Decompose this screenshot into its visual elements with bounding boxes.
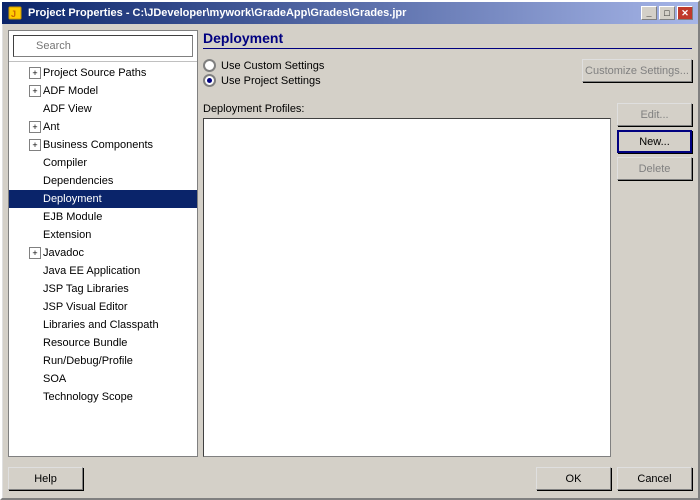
bottom-bar: Help OK Cancel	[8, 463, 692, 492]
svg-text:J: J	[11, 9, 16, 19]
tree-item-soa[interactable]: SOA	[9, 370, 197, 388]
tree-item-dependencies[interactable]: Dependencies	[9, 172, 197, 190]
tree-item-business-components[interactable]: +Business Components	[9, 136, 197, 154]
action-buttons: Edit... New... Delete	[617, 103, 692, 457]
profiles-list	[203, 118, 611, 457]
tree-item-label: Java EE Application	[43, 265, 140, 277]
main-window: J Project Properties - C:\JDeveloper\myw…	[0, 0, 700, 500]
ok-button[interactable]: OK	[536, 467, 611, 490]
minimize-button[interactable]: _	[641, 6, 657, 20]
expand-icon[interactable]: +	[29, 247, 41, 259]
tree-item-technology-scope[interactable]: Technology Scope	[9, 388, 197, 406]
expand-icon	[29, 283, 41, 295]
tree-item-label: Compiler	[43, 157, 87, 169]
delete-button[interactable]: Delete	[617, 157, 692, 180]
tree-item-run-debug-profile[interactable]: Run/Debug/Profile	[9, 352, 197, 370]
new-button[interactable]: New...	[617, 130, 692, 153]
search-input[interactable]	[13, 35, 193, 57]
tree-item-label: JSP Visual Editor	[43, 301, 128, 313]
expand-icon	[29, 175, 41, 187]
main-area: 🔍 +Project Source Paths+ADF ModelADF Vie…	[8, 30, 692, 457]
expand-icon[interactable]: +	[29, 67, 41, 79]
expand-icon	[29, 157, 41, 169]
custom-settings-label: Use Custom Settings	[221, 60, 324, 72]
tree-item-project-source-paths[interactable]: +Project Source Paths	[9, 64, 197, 82]
tree-item-libraries-classpath[interactable]: Libraries and Classpath	[9, 316, 197, 334]
expand-icon	[29, 337, 41, 349]
tree-item-label: Extension	[43, 229, 91, 241]
expand-icon[interactable]: +	[29, 85, 41, 97]
app-icon: J	[7, 5, 23, 21]
tree-area: +Project Source Paths+ADF ModelADF View+…	[9, 62, 197, 456]
tree-item-jsp-visual-editor[interactable]: JSP Visual Editor	[9, 298, 197, 316]
left-panel: 🔍 +Project Source Paths+ADF ModelADF Vie…	[8, 30, 198, 457]
tree-item-label: Javadoc	[43, 247, 84, 259]
tree-item-label: ADF Model	[43, 85, 98, 97]
panel-title: Deployment	[203, 30, 692, 49]
project-settings-radio-label[interactable]: Use Project Settings	[203, 74, 324, 87]
tree-item-javadoc[interactable]: +Javadoc	[9, 244, 197, 262]
search-wrapper: 🔍	[13, 35, 193, 57]
tree-item-adf-view[interactable]: ADF View	[9, 100, 197, 118]
tree-item-ejb-module[interactable]: EJB Module	[9, 208, 197, 226]
tree-item-label: Business Components	[43, 139, 153, 151]
help-button[interactable]: Help	[8, 467, 83, 490]
tree-item-extension[interactable]: Extension	[9, 226, 197, 244]
project-settings-label: Use Project Settings	[221, 75, 321, 87]
edit-button[interactable]: Edit...	[617, 103, 692, 126]
profiles-label: Deployment Profiles:	[203, 103, 611, 115]
tree-item-label: Dependencies	[43, 175, 113, 187]
maximize-button[interactable]: □	[659, 6, 675, 20]
tree-item-label: Technology Scope	[43, 391, 133, 403]
profiles-container: Deployment Profiles:	[203, 103, 611, 457]
deployment-profiles-section: Deployment Profiles: Edit... New... Dele…	[203, 103, 692, 457]
title-bar-left: J Project Properties - C:\JDeveloper\myw…	[7, 5, 406, 21]
tree-item-compiler[interactable]: Compiler	[9, 154, 197, 172]
window-body: 🔍 +Project Source Paths+ADF ModelADF Vie…	[2, 24, 698, 498]
tree-item-label: ADF View	[43, 103, 92, 115]
tree-item-resource-bundle[interactable]: Resource Bundle	[9, 334, 197, 352]
expand-icon	[29, 265, 41, 277]
tree-item-label: EJB Module	[43, 211, 102, 223]
tree-item-label: Resource Bundle	[43, 337, 127, 349]
expand-icon	[29, 229, 41, 241]
tree-item-label: Ant	[43, 121, 60, 133]
tree-item-label: SOA	[43, 373, 66, 385]
expand-icon	[29, 193, 41, 205]
tree-item-deployment[interactable]: Deployment	[9, 190, 197, 208]
expand-icon	[29, 301, 41, 313]
tree-item-label: Run/Debug/Profile	[43, 355, 133, 367]
tree-item-label: JSP Tag Libraries	[43, 283, 129, 295]
title-buttons: _ □ ✕	[641, 6, 693, 20]
radio-group: Use Custom Settings Use Project Settings	[203, 59, 324, 87]
right-panel: Deployment Use Custom Settings Use Proje…	[203, 30, 692, 457]
tree-item-java-ee-application[interactable]: Java EE Application	[9, 262, 197, 280]
tree-item-jsp-tag-libraries[interactable]: JSP Tag Libraries	[9, 280, 197, 298]
project-settings-radio[interactable]	[203, 74, 216, 87]
customize-settings-button[interactable]: Customize Settings...	[582, 59, 692, 82]
bottom-bar-right: OK Cancel	[536, 467, 692, 490]
title-bar: J Project Properties - C:\JDeveloper\myw…	[2, 2, 698, 24]
tree-item-label: Project Source Paths	[43, 67, 146, 79]
tree-item-ant[interactable]: +Ant	[9, 118, 197, 136]
close-button[interactable]: ✕	[677, 6, 693, 20]
expand-icon	[29, 211, 41, 223]
expand-icon[interactable]: +	[29, 121, 41, 133]
expand-icon	[29, 319, 41, 331]
tree-item-label: Deployment	[43, 193, 102, 205]
cancel-button[interactable]: Cancel	[617, 467, 692, 490]
window-title: Project Properties - C:\JDeveloper\mywor…	[28, 7, 406, 19]
tree-item-label: Libraries and Classpath	[43, 319, 159, 331]
expand-icon	[29, 103, 41, 115]
search-area: 🔍	[9, 31, 197, 62]
expand-icon	[29, 355, 41, 367]
custom-settings-radio[interactable]	[203, 59, 216, 72]
expand-icon	[29, 373, 41, 385]
tree-item-adf-model[interactable]: +ADF Model	[9, 82, 197, 100]
custom-settings-radio-label[interactable]: Use Custom Settings	[203, 59, 324, 72]
expand-icon[interactable]: +	[29, 139, 41, 151]
expand-icon	[29, 391, 41, 403]
